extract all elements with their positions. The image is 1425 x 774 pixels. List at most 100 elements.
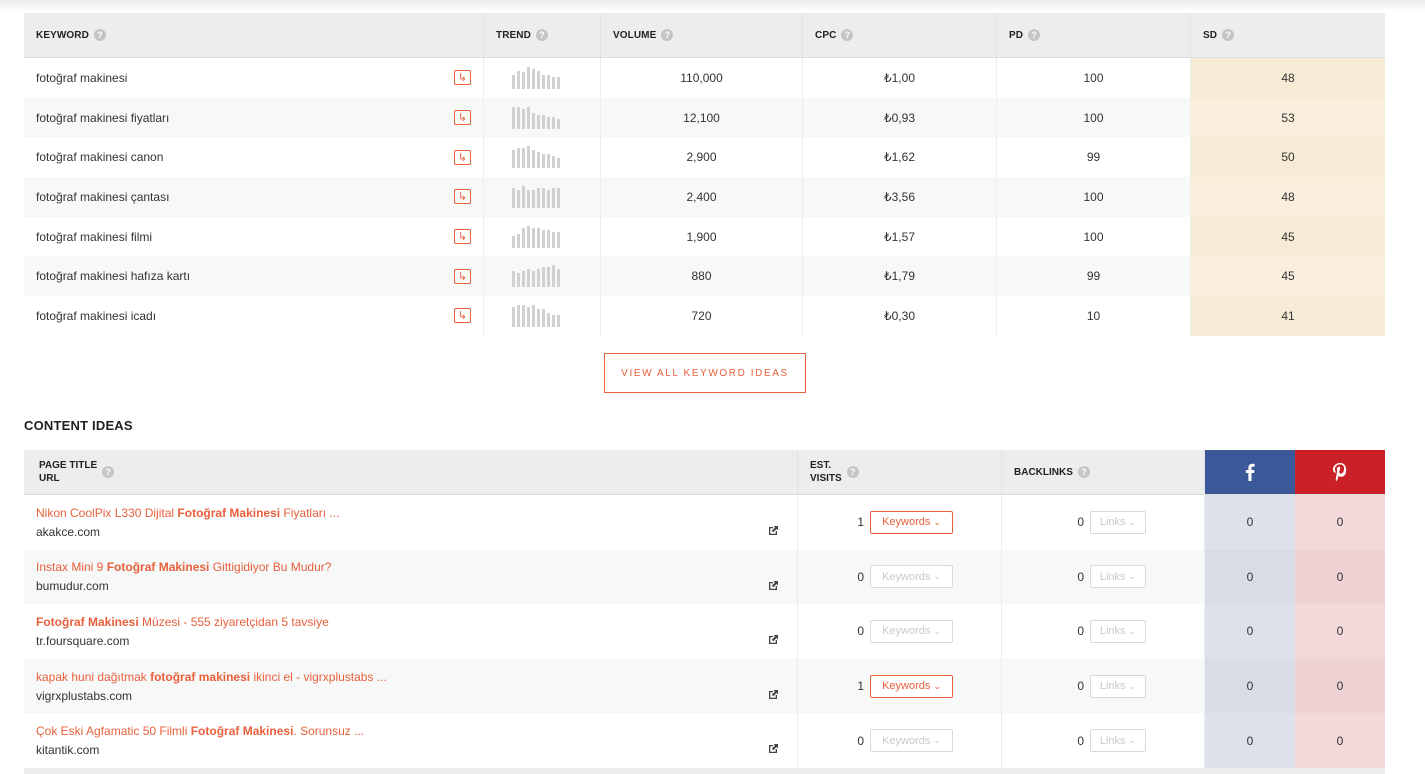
page-title-link[interactable]: Fotoğraf Makinesi Müzesi - 555 ziyaretçi… xyxy=(36,614,329,630)
cpc-cell: ₺1,00 xyxy=(803,58,997,98)
links-label: Links xyxy=(1099,625,1126,638)
trend-bar xyxy=(527,269,530,288)
external-link-icon[interactable] xyxy=(768,689,779,700)
help-icon[interactable]: ? xyxy=(535,29,548,41)
arrow-right-icon[interactable]: ↳ xyxy=(454,268,471,284)
external-link-icon[interactable] xyxy=(768,580,779,591)
external-link-icon[interactable] xyxy=(768,525,779,536)
keyword-cell: fotoğraf makinesi fiyatları ↳ xyxy=(24,97,484,138)
title-post: Gittigidiyor Bu Mudur? xyxy=(209,560,332,575)
arrow-right-icon[interactable]: ↳ xyxy=(454,110,471,126)
keywords-dropdown[interactable]: Keywords ⌄ xyxy=(870,729,953,753)
header-trend: TREND? xyxy=(484,13,601,57)
title-pre: Instax Mini 9 xyxy=(36,560,107,575)
links-label: Links xyxy=(1099,516,1126,529)
page-title-cell: Nikon CoolPix L330 Dijital Fotoğraf Maki… xyxy=(24,495,798,550)
facebook-icon xyxy=(1245,463,1255,481)
page-title-link[interactable]: Çok Eski Agfamatic 50 Filmli Fotoğraf Ma… xyxy=(36,723,364,739)
keyword-text[interactable]: fotoğraf makinesi çantası xyxy=(36,190,169,204)
title-highlight: fotoğraf makinesi xyxy=(150,669,251,684)
keyword-cell: fotoğraf makinesi filmi ↳ xyxy=(24,216,484,257)
backlinks-cell: 0 Links ⌄ xyxy=(1002,658,1205,714)
trend-cell xyxy=(484,216,601,257)
title-post: ikinci el - vigrxplustabs ... xyxy=(250,669,387,684)
arrow-right-icon[interactable]: ↳ xyxy=(454,149,471,165)
pinterest-shares-cell: 0 xyxy=(1295,713,1385,768)
trend-bar xyxy=(532,271,535,288)
trend-bar xyxy=(552,187,555,208)
trend-bar xyxy=(547,154,550,169)
trend-bar xyxy=(557,231,560,248)
trend-bar xyxy=(557,269,560,288)
external-link-icon[interactable] xyxy=(768,743,779,754)
trend-bar xyxy=(527,306,530,327)
trend-bar xyxy=(532,189,535,208)
trend-bar xyxy=(542,267,545,288)
external-link-icon[interactable] xyxy=(768,634,779,645)
trend-bar xyxy=(537,187,540,208)
header-sd: SD? xyxy=(1191,13,1385,57)
trend-bar xyxy=(547,74,550,89)
keywords-dropdown[interactable]: Keywords ⌄ xyxy=(870,619,953,643)
chevron-down-icon: ⌄ xyxy=(1128,516,1137,527)
keywords-dropdown[interactable]: Keywords ⌄ xyxy=(870,565,953,589)
trend-cell xyxy=(484,137,601,178)
view-all-keyword-ideas-button[interactable]: VIEW ALL KEYWORD IDEAS xyxy=(604,353,806,393)
title-post: Fiyatları ... xyxy=(280,505,340,520)
pinterest-shares-cell: 0 xyxy=(1295,658,1385,714)
arrow-right-icon[interactable]: ↳ xyxy=(454,229,471,245)
help-icon[interactable]: ? xyxy=(846,466,859,478)
est-visits-value: 1 xyxy=(857,679,864,694)
trend-bar xyxy=(537,308,540,327)
cpc-cell: ₺1,57 xyxy=(803,216,997,257)
keywords-dropdown[interactable]: Keywords ⌄ xyxy=(870,510,953,534)
keyword-text[interactable]: fotoğraf makinesi xyxy=(36,71,127,85)
keyword-text[interactable]: fotoğraf makinesi fiyatları xyxy=(36,111,169,125)
trend-bar xyxy=(557,187,560,208)
links-dropdown[interactable]: Links ⌄ xyxy=(1090,619,1146,643)
trend-bar xyxy=(557,76,560,89)
facebook-shares-cell: 0 xyxy=(1205,495,1295,550)
help-icon[interactable]: ? xyxy=(102,466,115,478)
links-dropdown[interactable]: Links ⌄ xyxy=(1090,510,1146,534)
est-visits-value: 0 xyxy=(857,733,864,748)
trend-bar xyxy=(537,227,540,248)
chevron-down-icon: ⌄ xyxy=(933,735,941,746)
help-icon[interactable]: ? xyxy=(841,29,854,41)
trend-bar xyxy=(522,227,525,248)
keyword-text[interactable]: fotoğraf makinesi hafıza kartı xyxy=(36,269,190,283)
keyword-cell: fotoğraf makinesi ↳ xyxy=(24,58,484,98)
arrow-right-icon[interactable]: ↳ xyxy=(454,308,471,324)
trend-sparkline xyxy=(512,146,560,169)
page-title-link[interactable]: Instax Mini 9 Fotoğraf Makinesi Gittigid… xyxy=(36,559,331,575)
est-visits-cell: 1 Keywords ⌄ xyxy=(798,495,1002,550)
arrow-right-icon[interactable]: ↳ xyxy=(454,189,471,205)
help-icon[interactable]: ? xyxy=(93,29,106,41)
keyword-row: fotoğraf makinesi canon ↳ 2,900 ₺1,62 99… xyxy=(24,137,1385,178)
keywords-dropdown[interactable]: Keywords ⌄ xyxy=(870,674,953,698)
help-icon[interactable]: ? xyxy=(1028,29,1041,41)
header-page-title-label: PAGE TITLE URL xyxy=(39,459,97,485)
trend-bar xyxy=(547,267,550,288)
links-dropdown[interactable]: Links ⌄ xyxy=(1090,674,1146,698)
page-title-link[interactable]: kapak huni dağıtmak fotoğraf makinesi ik… xyxy=(36,669,387,685)
keywords-label: Keywords xyxy=(882,625,931,638)
volume-cell: 2,400 xyxy=(601,177,803,217)
page-title-link[interactable]: Nikon CoolPix L330 Dijital Fotoğraf Maki… xyxy=(36,505,339,521)
links-dropdown[interactable]: Links ⌄ xyxy=(1090,729,1146,753)
help-icon[interactable]: ? xyxy=(1077,466,1090,478)
keyword-text[interactable]: fotoğraf makinesi icadı xyxy=(36,309,156,323)
trend-sparkline xyxy=(512,185,560,208)
trend-bar xyxy=(512,187,515,208)
help-icon[interactable]: ? xyxy=(661,29,674,41)
links-dropdown[interactable]: Links ⌄ xyxy=(1090,565,1146,589)
help-icon[interactable]: ? xyxy=(1222,29,1235,41)
trend-bar xyxy=(522,304,525,327)
keyword-text[interactable]: fotoğraf makinesi canon xyxy=(36,150,163,164)
keyword-text[interactable]: fotoğraf makinesi filmi xyxy=(36,230,152,244)
sd-cell: 41 xyxy=(1191,296,1385,336)
sd-cell: 45 xyxy=(1191,216,1385,257)
header-visits-line2: VISITS xyxy=(810,473,842,484)
arrow-right-icon[interactable]: ↳ xyxy=(454,70,471,86)
content-ideas-header: PAGE TITLE URL ? EST. VISITS ? BACKLINKS? xyxy=(24,450,1385,495)
